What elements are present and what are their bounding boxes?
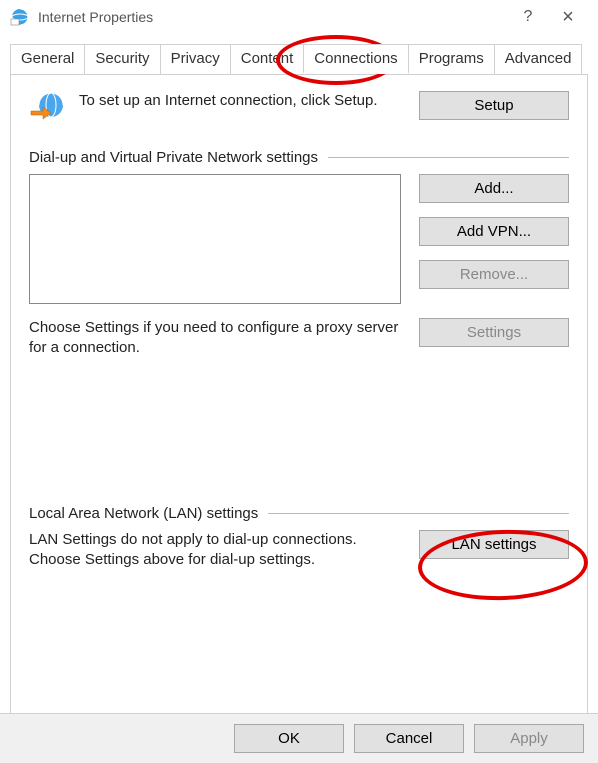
tab-privacy[interactable]: Privacy xyxy=(160,44,231,74)
dialup-settings-button: Settings xyxy=(419,318,569,347)
tab-strip: General Security Privacy Content Connect… xyxy=(0,34,598,74)
setup-text: To set up an Internet connection, click … xyxy=(79,91,405,111)
dialup-listbox[interactable] xyxy=(29,174,401,304)
ok-button[interactable]: OK xyxy=(234,724,344,753)
lan-heading: Local Area Network (LAN) settings xyxy=(29,505,258,522)
setup-button[interactable]: Setup xyxy=(419,91,569,120)
add-vpn-button[interactable]: Add VPN... xyxy=(419,217,569,246)
help-button[interactable]: ? xyxy=(508,8,548,26)
dialog-buttons: OK Cancel Apply xyxy=(0,713,598,763)
remove-button: Remove... xyxy=(419,260,569,289)
globe-arrow-icon xyxy=(29,91,65,127)
lan-settings-button[interactable]: LAN settings xyxy=(419,530,569,559)
proxy-settings-text: Choose Settings if you need to configure… xyxy=(29,318,401,357)
close-button[interactable]: × xyxy=(548,6,588,29)
tab-general[interactable]: General xyxy=(10,44,85,74)
tab-content[interactable]: Content xyxy=(230,44,305,74)
divider xyxy=(268,513,569,514)
apply-button: Apply xyxy=(474,724,584,753)
add-button[interactable]: Add... xyxy=(419,174,569,203)
window-title: Internet Properties xyxy=(38,9,508,25)
divider xyxy=(328,157,569,158)
internet-options-icon xyxy=(10,7,30,27)
tab-connections[interactable]: Connections xyxy=(303,44,408,74)
dialup-heading: Dial-up and Virtual Private Network sett… xyxy=(29,149,318,166)
titlebar: Internet Properties ? × xyxy=(0,0,598,34)
tab-security[interactable]: Security xyxy=(84,44,160,74)
cancel-button[interactable]: Cancel xyxy=(354,724,464,753)
lan-text: LAN Settings do not apply to dial-up con… xyxy=(29,530,401,569)
tab-advanced[interactable]: Advanced xyxy=(494,44,583,74)
connections-panel: To set up an Internet connection, click … xyxy=(10,74,588,714)
tab-programs[interactable]: Programs xyxy=(408,44,495,74)
